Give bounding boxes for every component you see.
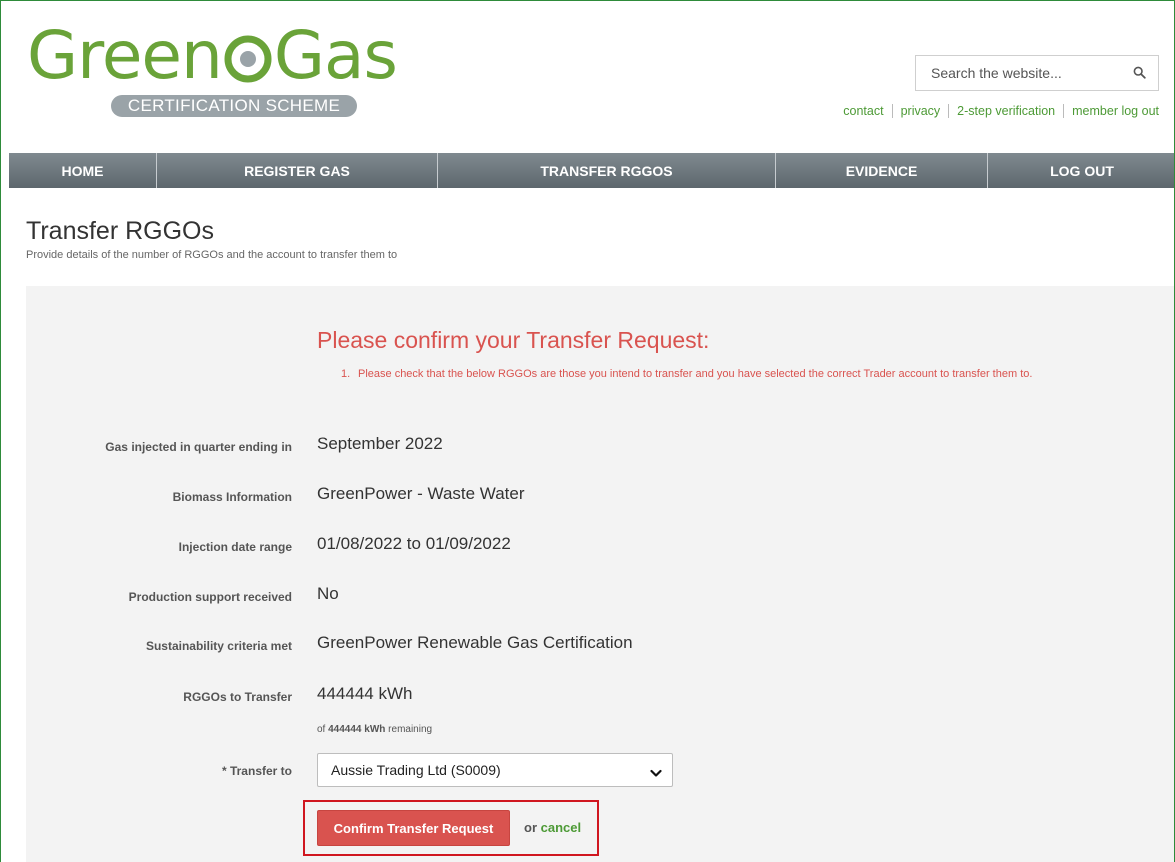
utility-links: contact privacy 2-step verification memb… [843,104,1159,118]
detail-label: Gas injected in quarter ending in [105,440,292,454]
logo-text-green: Green [27,17,223,94]
detail-row-production-support: Production support received No [26,584,1174,608]
nav-transfer-rggos[interactable]: TRANSFER RGGOS [438,153,776,188]
confirm-instructions: 1. Please check that the below RGGOs are… [341,364,1061,385]
logo-subtitle: CERTIFICATION SCHEME [111,95,357,117]
detail-value: 01/08/2022 to 01/09/2022 [317,534,511,553]
detail-value: 444444 kWh [317,684,413,703]
remaining-suffix: remaining [388,724,433,735]
search-input[interactable] [929,57,1129,89]
detail-value: GreenPower Renewable Gas Certification [317,633,633,652]
page-frame: Green Gas CERTIFICATION SCHEME contact p… [0,0,1175,862]
transfer-to-select[interactable]: Aussie Trading Ltd (S0009) [317,753,673,787]
page-subtitle: Provide details of the number of RGGOs a… [26,249,398,261]
detail-value: September 2022 [317,434,443,453]
detail-row-sustainability: Sustainability criteria met GreenPower R… [26,633,1174,657]
or-text: or [524,820,537,835]
transfer-to-label: * Transfer to [221,764,292,778]
detail-row-biomass: Biomass Information GreenPower - Waste W… [26,484,1174,508]
gas-flame-logo-icon [223,34,273,84]
detail-label: Injection date range [178,540,292,554]
instruction-text: Please check that the below RGGOs are th… [358,368,1033,380]
contact-link[interactable]: contact [843,104,883,118]
selected-account: Aussie Trading Ltd (S0009) [331,762,501,778]
search-box [915,55,1159,91]
confirm-title: Please confirm your Transfer Request: [317,327,710,353]
nav-evidence[interactable]: EVIDENCE [776,153,988,188]
logo-wordmark: Green Gas [27,17,398,94]
instruction-number: 1. [341,368,351,380]
logo[interactable]: Green Gas CERTIFICATION SCHEME [27,17,398,117]
main-nav: HOME REGISTER GAS TRANSFER RGGOS EVIDENC… [9,153,1174,188]
divider [891,104,893,118]
nav-home[interactable]: HOME [9,153,157,188]
remaining-prefix: of [317,724,326,735]
page-title: Transfer RGGOs [26,217,214,245]
two-step-verification-link[interactable]: 2-step verification [957,104,1055,118]
divider [1063,104,1065,118]
or-cancel: or cancel [524,820,581,835]
detail-value: No [317,584,339,603]
detail-label: Sustainability criteria met [145,639,292,653]
cancel-link[interactable]: cancel [541,820,581,835]
privacy-link[interactable]: privacy [901,104,941,118]
detail-row-rggos-to-transfer: RGGOs to Transfer 444444 kWh [26,684,1174,708]
detail-row-quarter: Gas injected in quarter ending in Septem… [26,434,1174,458]
nav-log-out[interactable]: LOG OUT [988,153,1174,188]
remaining-amount: 444444 kWh [328,724,386,735]
detail-label: Production support received [128,590,292,604]
divider [948,104,950,118]
confirm-panel: Please confirm your Transfer Request: 1.… [26,286,1174,862]
member-log-out-link[interactable]: member log out [1072,104,1159,118]
detail-row-date-range: Injection date range 01/08/2022 to 01/09… [26,534,1174,558]
nav-register-gas[interactable]: REGISTER GAS [157,153,438,188]
confirm-transfer-button[interactable]: Confirm Transfer Request [317,810,510,846]
detail-label: Biomass Information [172,490,292,504]
search-icon[interactable] [1133,66,1146,84]
remaining-note: of 444444 kWh remaining [317,724,432,735]
logo-text-gas: Gas [273,17,398,94]
detail-label: RGGOs to Transfer [183,690,292,704]
detail-value: GreenPower - Waste Water [317,484,525,503]
chevron-down-icon [650,765,662,783]
actions-highlight-box: Confirm Transfer Request or cancel [303,800,599,856]
